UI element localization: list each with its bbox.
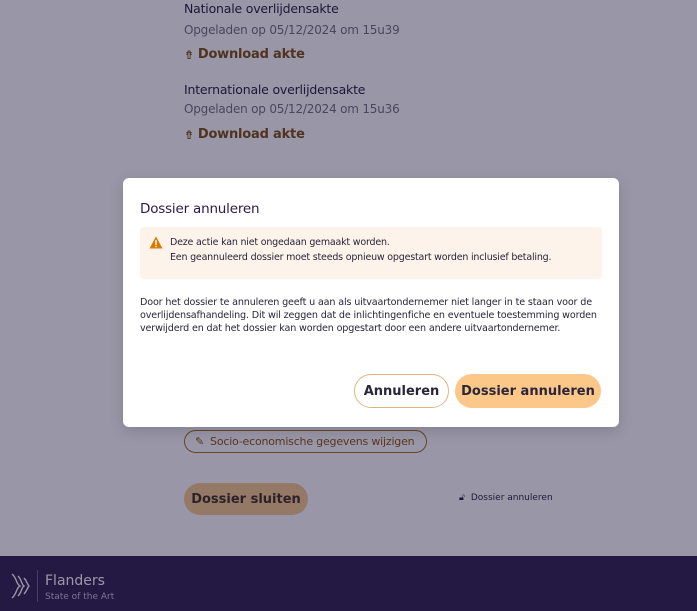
warning-icon	[149, 236, 163, 249]
cancel-button[interactable]: Annuleren	[354, 374, 449, 408]
dialog-title: Dossier annuleren	[140, 201, 260, 217]
warning-text-line-1: Deze actie kan niet ongedaan gemaakt wor…	[170, 237, 390, 248]
cancel-dossier-dialog: Dossier annuleren Deze actie kan niet on…	[123, 178, 619, 427]
confirm-cancel-dossier-button[interactable]: Dossier annuleren	[455, 374, 601, 408]
dialog-body-text: Door het dossier te annuleren geeft u aa…	[140, 297, 597, 334]
warning-alert: Deze actie kan niet ongedaan gemaakt wor…	[140, 227, 602, 279]
warning-text-line-2: Een geannuleerd dossier moet steeds opni…	[170, 252, 552, 263]
